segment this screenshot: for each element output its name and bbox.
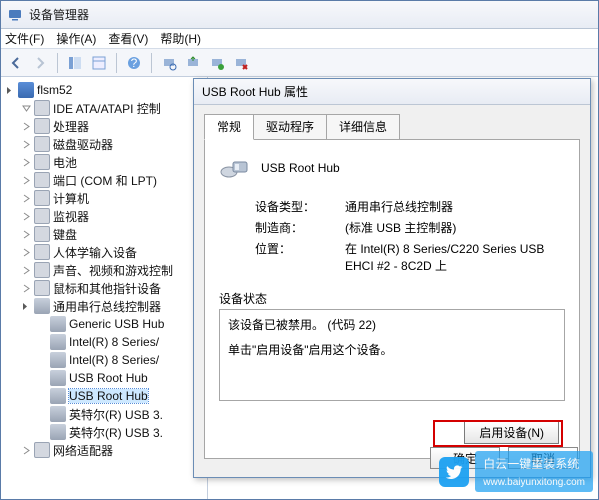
- tree-item[interactable]: 键盘: [3, 225, 205, 243]
- usb-icon: [50, 352, 66, 368]
- twitter-icon: [439, 457, 469, 487]
- svg-text:?: ?: [131, 56, 138, 70]
- titlebar: 设备管理器: [1, 1, 598, 29]
- tree-item[interactable]: 网络适配器: [3, 441, 205, 459]
- device-icon: [34, 100, 50, 116]
- tree-item[interactable]: 处理器: [3, 117, 205, 135]
- device-icon: [34, 154, 50, 170]
- tree-item[interactable]: 声音、视频和游戏控制: [3, 261, 205, 279]
- device-icon: [34, 136, 50, 152]
- properties-button[interactable]: [88, 52, 110, 74]
- usb-icon: [50, 334, 66, 350]
- status-line: 该设备已被禁用。 (代码 22): [228, 316, 556, 335]
- help-button[interactable]: ?: [123, 52, 145, 74]
- dialog-title: USB Root Hub 属性: [202, 83, 308, 100]
- tree-item[interactable]: 英特尔(R) USB 3.: [3, 423, 205, 441]
- tab-details[interactable]: 详细信息: [326, 114, 400, 140]
- watermark-text: 白云一键重装系统 www.baiyunxitong.com: [475, 451, 593, 492]
- tree-label: flsm52: [37, 83, 72, 97]
- app-icon: [7, 7, 23, 23]
- toolbar-sep: [116, 53, 117, 73]
- uninstall-button[interactable]: [230, 52, 252, 74]
- window-title: 设备管理器: [29, 6, 89, 23]
- device-icon: [34, 244, 50, 260]
- label-device-type: 设备类型：: [255, 198, 345, 215]
- device-large-icon: [219, 152, 251, 184]
- toolbar-sep: [151, 53, 152, 73]
- tree-item[interactable]: 磁盘驱动器: [3, 135, 205, 153]
- nav-fwd-button[interactable]: [29, 52, 51, 74]
- expand-icon[interactable]: [21, 103, 32, 114]
- tree-item[interactable]: Intel(R) 8 Series/: [3, 333, 205, 351]
- tree-root[interactable]: flsm52: [3, 81, 205, 99]
- usb-icon: [50, 388, 66, 404]
- computer-icon: [18, 82, 34, 98]
- tab-general[interactable]: 常规: [204, 114, 254, 140]
- device-icon: [34, 280, 50, 296]
- tree-item[interactable]: 计算机: [3, 189, 205, 207]
- tree-item[interactable]: 端口 (COM 和 LPT): [3, 171, 205, 189]
- watermark: 白云一键重装系统 www.baiyunxitong.com: [439, 451, 593, 492]
- tree-item[interactable]: 监视器: [3, 207, 205, 225]
- usb-icon: [50, 406, 66, 422]
- device-icon: [34, 118, 50, 134]
- label-manufacturer: 制造商：: [255, 219, 345, 236]
- value-manufacturer: (标准 USB 主控制器): [345, 219, 565, 236]
- tab-panel-general: USB Root Hub 设备类型：通用串行总线控制器 制造商：(标准 USB …: [204, 139, 580, 459]
- tree-item[interactable]: USB Root Hub: [3, 369, 205, 387]
- device-icon: [34, 262, 50, 278]
- menubar: 文件(F) 操作(A) 查看(V) 帮助(H): [1, 29, 598, 49]
- tree-item[interactable]: IDE ATA/ATAPI 控制: [3, 99, 205, 117]
- device-tree[interactable]: flsm52 IDE ATA/ATAPI 控制 处理器 磁盘驱动器 电池 端口 …: [1, 77, 208, 499]
- status-textbox[interactable]: 该设备已被禁用。 (代码 22) 单击"启用设备"启用这个设备。: [219, 309, 565, 401]
- menu-action[interactable]: 操作(A): [56, 30, 96, 47]
- properties-dialog: USB Root Hub 属性 常规 驱动程序 详细信息 USB Root Hu…: [193, 78, 591, 478]
- usb-icon: [50, 316, 66, 332]
- usb-icon: [34, 298, 50, 314]
- tree-item[interactable]: Generic USB Hub: [3, 315, 205, 333]
- tree-item[interactable]: 人体学输入设备: [3, 243, 205, 261]
- status-line: 单击"启用设备"启用这个设备。: [228, 341, 556, 360]
- show-hide-tree-button[interactable]: [64, 52, 86, 74]
- nav-back-button[interactable]: [5, 52, 27, 74]
- device-icon: [34, 442, 50, 458]
- menu-file[interactable]: 文件(F): [5, 30, 44, 47]
- device-icon: [34, 226, 50, 242]
- update-driver-button[interactable]: [182, 52, 204, 74]
- scan-button[interactable]: [158, 52, 180, 74]
- tree-item[interactable]: 电池: [3, 153, 205, 171]
- tree-item-selected[interactable]: USB Root Hub: [3, 387, 205, 405]
- expand-icon[interactable]: [5, 85, 16, 96]
- toolbar-sep: [57, 53, 58, 73]
- enable-button[interactable]: [206, 52, 228, 74]
- status-label: 设备状态: [219, 290, 565, 307]
- usb-icon: [50, 370, 66, 386]
- value-device-type: 通用串行总线控制器: [345, 198, 565, 215]
- collapse-icon[interactable]: [21, 301, 32, 312]
- dialog-titlebar: USB Root Hub 属性: [194, 79, 590, 105]
- tabs: 常规 驱动程序 详细信息: [204, 113, 580, 139]
- tab-driver[interactable]: 驱动程序: [253, 114, 327, 140]
- menu-view[interactable]: 查看(V): [108, 30, 148, 47]
- tree-item[interactable]: 鼠标和其他指针设备: [3, 279, 205, 297]
- tree-item[interactable]: 英特尔(R) USB 3.: [3, 405, 205, 423]
- tree-item-usb-controllers[interactable]: 通用串行总线控制器: [3, 297, 205, 315]
- device-name: USB Root Hub: [261, 161, 340, 175]
- menu-help[interactable]: 帮助(H): [160, 30, 201, 47]
- device-icon: [34, 208, 50, 224]
- enable-device-button[interactable]: 启用设备(N): [464, 421, 559, 444]
- tree-item[interactable]: Intel(R) 8 Series/: [3, 351, 205, 369]
- label-location: 位置：: [255, 240, 345, 274]
- device-icon: [34, 172, 50, 188]
- value-location: 在 Intel(R) 8 Series/C220 Series USB EHCI…: [345, 240, 565, 274]
- usb-icon: [50, 424, 66, 440]
- toolbar: ?: [1, 49, 598, 77]
- device-icon: [34, 190, 50, 206]
